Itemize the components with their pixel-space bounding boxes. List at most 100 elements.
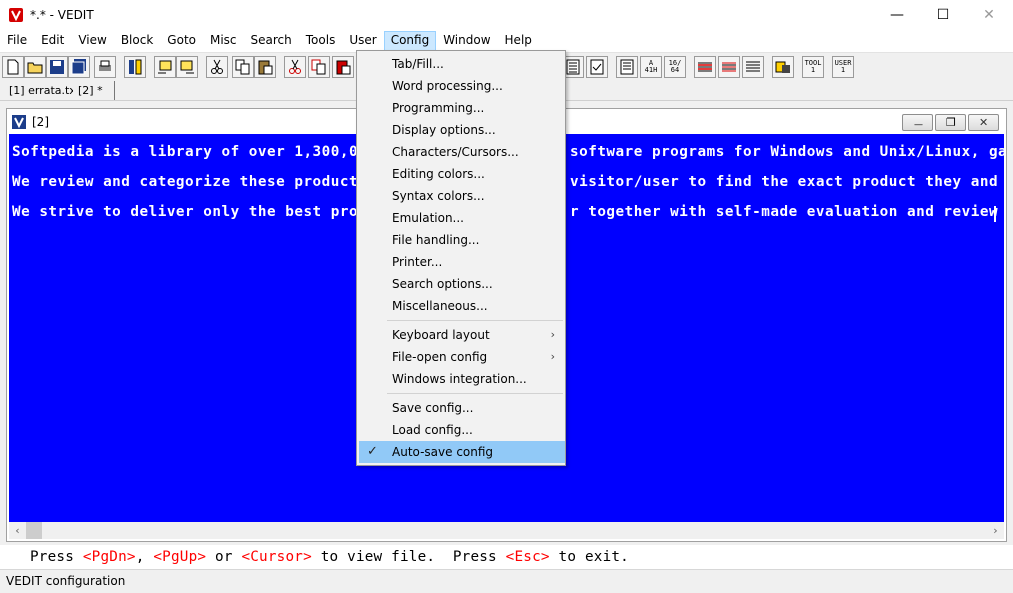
- tab-icon[interactable]: 16/64: [664, 56, 686, 78]
- print-block-icon[interactable]: [616, 56, 638, 78]
- strike-alt-icon[interactable]: [718, 56, 740, 78]
- copy-append-icon[interactable]: [308, 56, 330, 78]
- menu-help[interactable]: Help: [498, 31, 539, 51]
- menu-misc[interactable]: Misc: [203, 31, 244, 51]
- key-esc: <Esc>: [505, 549, 550, 565]
- prompt-text-2: ,: [135, 549, 154, 565]
- print-icon[interactable]: [94, 56, 116, 78]
- scroll-left-arrow[interactable]: ‹: [9, 522, 26, 539]
- editor-line-2-right: visitor/user to find the exact product t…: [570, 174, 1004, 190]
- menu-view[interactable]: View: [71, 31, 113, 51]
- menu-item-keyboard-layout[interactable]: Keyboard layout ›: [359, 324, 565, 346]
- save-all-icon[interactable]: [68, 56, 90, 78]
- prompt-text-5: to exit.: [549, 549, 629, 565]
- keyboard-layout-label: Keyboard layout: [392, 328, 490, 342]
- new-file-icon[interactable]: [2, 56, 24, 78]
- editor-window-title: [2]: [32, 115, 49, 129]
- align-icon[interactable]: [742, 56, 764, 78]
- menu-block[interactable]: Block: [114, 31, 160, 51]
- maximize-button[interactable]: ☐: [920, 0, 966, 30]
- save-icon[interactable]: [46, 56, 68, 78]
- file-open-config-label: File-open config: [392, 350, 488, 364]
- paste-icon[interactable]: [254, 56, 276, 78]
- submenu-arrow-icon: ›: [550, 328, 555, 341]
- child-restore-glyph: ❐: [946, 116, 956, 129]
- menu-item-emulation[interactable]: Emulation...: [359, 207, 565, 229]
- user-icon[interactable]: USER 1: [832, 56, 854, 78]
- prompt-text-3: or: [206, 549, 242, 565]
- check-icon[interactable]: [586, 56, 608, 78]
- scroll-right-arrow[interactable]: ›: [987, 522, 1004, 539]
- menu-item-tab-fill[interactable]: Tab/Fill...: [359, 53, 565, 75]
- menu-item-editing-colors[interactable]: Editing colors...: [359, 163, 565, 185]
- menu-item-save-config[interactable]: Save config...: [359, 397, 565, 419]
- prev-window-icon[interactable]: [154, 56, 176, 78]
- window-title: *.* - VEDIT: [30, 8, 94, 22]
- menu-item-word-processing[interactable]: Word processing...: [359, 75, 565, 97]
- menu-item-printer[interactable]: Printer...: [359, 251, 565, 273]
- cut-append-icon[interactable]: [284, 56, 306, 78]
- editor-line-2: We review and categorize these products: [12, 174, 368, 190]
- menu-item-file-handling[interactable]: File handling...: [359, 229, 565, 251]
- next-window-icon[interactable]: [176, 56, 198, 78]
- minimize-button[interactable]: —: [874, 0, 920, 30]
- title-bar: *.* - VEDIT — ☐ ✕: [0, 0, 1013, 30]
- horizontal-scrollbar[interactable]: ‹ ›: [9, 522, 1004, 539]
- columns-icon[interactable]: [124, 56, 146, 78]
- status-text: VEDIT configuration: [6, 574, 126, 588]
- menu-file[interactable]: File: [0, 31, 34, 51]
- copy-icon[interactable]: [232, 56, 254, 78]
- menu-item-search-options[interactable]: Search options...: [359, 273, 565, 295]
- scroll-thumb[interactable]: [26, 522, 42, 539]
- tab-untitled[interactable]: [2] *: [73, 81, 115, 100]
- prompt-line: Press <PgDn>, <PgUp> or <Cursor> to view…: [0, 546, 1013, 568]
- editor-line-3-right: r together with self-made evaluation and…: [570, 204, 1004, 220]
- menu-item-miscellaneous[interactable]: Miscellaneous...: [359, 295, 565, 317]
- tool-icon[interactable]: TOOL 1: [802, 56, 824, 78]
- tool-label-bottom: 1: [810, 66, 816, 74]
- user-label-bottom: 1: [840, 66, 846, 74]
- checkmark-icon: ✓: [367, 444, 378, 459]
- menu-tools[interactable]: Tools: [299, 31, 343, 51]
- hex-icon[interactable]: A 41H: [640, 56, 662, 78]
- menu-item-programming[interactable]: Programming...: [359, 97, 565, 119]
- child-minimize-glyph: —: [914, 120, 923, 130]
- menu-edit[interactable]: Edit: [34, 31, 71, 51]
- macro-icon[interactable]: [772, 56, 794, 78]
- menu-bar: File Edit View Block Goto Misc Search To…: [0, 31, 1013, 51]
- paste-block-icon[interactable]: [332, 56, 354, 78]
- menu-user[interactable]: User: [342, 31, 383, 51]
- editor-line-1-right: software programs for Windows and Unix/L…: [570, 144, 1004, 160]
- prompt-text-4: to view file. Press: [311, 549, 506, 565]
- open-folder-icon[interactable]: [24, 56, 46, 78]
- editor-line-1: Softpedia is a library of over 1,300,00: [12, 144, 368, 160]
- cut-icon[interactable]: [206, 56, 228, 78]
- auto-save-config-label: Auto-save config: [392, 445, 494, 459]
- editor-line-3: We strive to deliver only the best prod: [12, 204, 368, 220]
- menu-item-display-options[interactable]: Display options...: [359, 119, 565, 141]
- vedit-app-icon[interactable]: [8, 7, 24, 23]
- menu-item-characters-cursors[interactable]: Characters/Cursors...: [359, 141, 565, 163]
- menu-separator: [387, 320, 563, 321]
- tab-label-bottom: 64: [670, 66, 680, 74]
- child-close-glyph: ✕: [979, 116, 989, 129]
- menu-window[interactable]: Window: [436, 31, 497, 51]
- menu-config[interactable]: Config: [383, 31, 437, 51]
- child-minimize-button[interactable]: —: [902, 114, 933, 131]
- strike-icon[interactable]: [694, 56, 716, 78]
- menu-item-load-config[interactable]: Load config...: [359, 419, 565, 441]
- child-close-button[interactable]: ✕: [968, 114, 999, 131]
- menu-item-syntax-colors[interactable]: Syntax colors...: [359, 185, 565, 207]
- document-icon[interactable]: [11, 114, 27, 130]
- key-cursor: <Cursor>: [241, 549, 312, 565]
- menu-item-file-open-config[interactable]: File-open config ›: [359, 346, 565, 368]
- key-pgup: <PgUp>: [153, 549, 207, 565]
- close-button[interactable]: ✕: [966, 0, 1012, 30]
- menu-item-windows-integration[interactable]: Windows integration...: [359, 368, 565, 390]
- child-restore-button[interactable]: ❐: [935, 114, 966, 131]
- menu-item-auto-save-config[interactable]: ✓ Auto-save config: [359, 441, 565, 463]
- menu-goto[interactable]: Goto: [160, 31, 203, 51]
- menu-search[interactable]: Search: [244, 31, 299, 51]
- prompt-text-1: Press: [30, 549, 83, 565]
- hex-label-bottom: 41H: [644, 66, 658, 74]
